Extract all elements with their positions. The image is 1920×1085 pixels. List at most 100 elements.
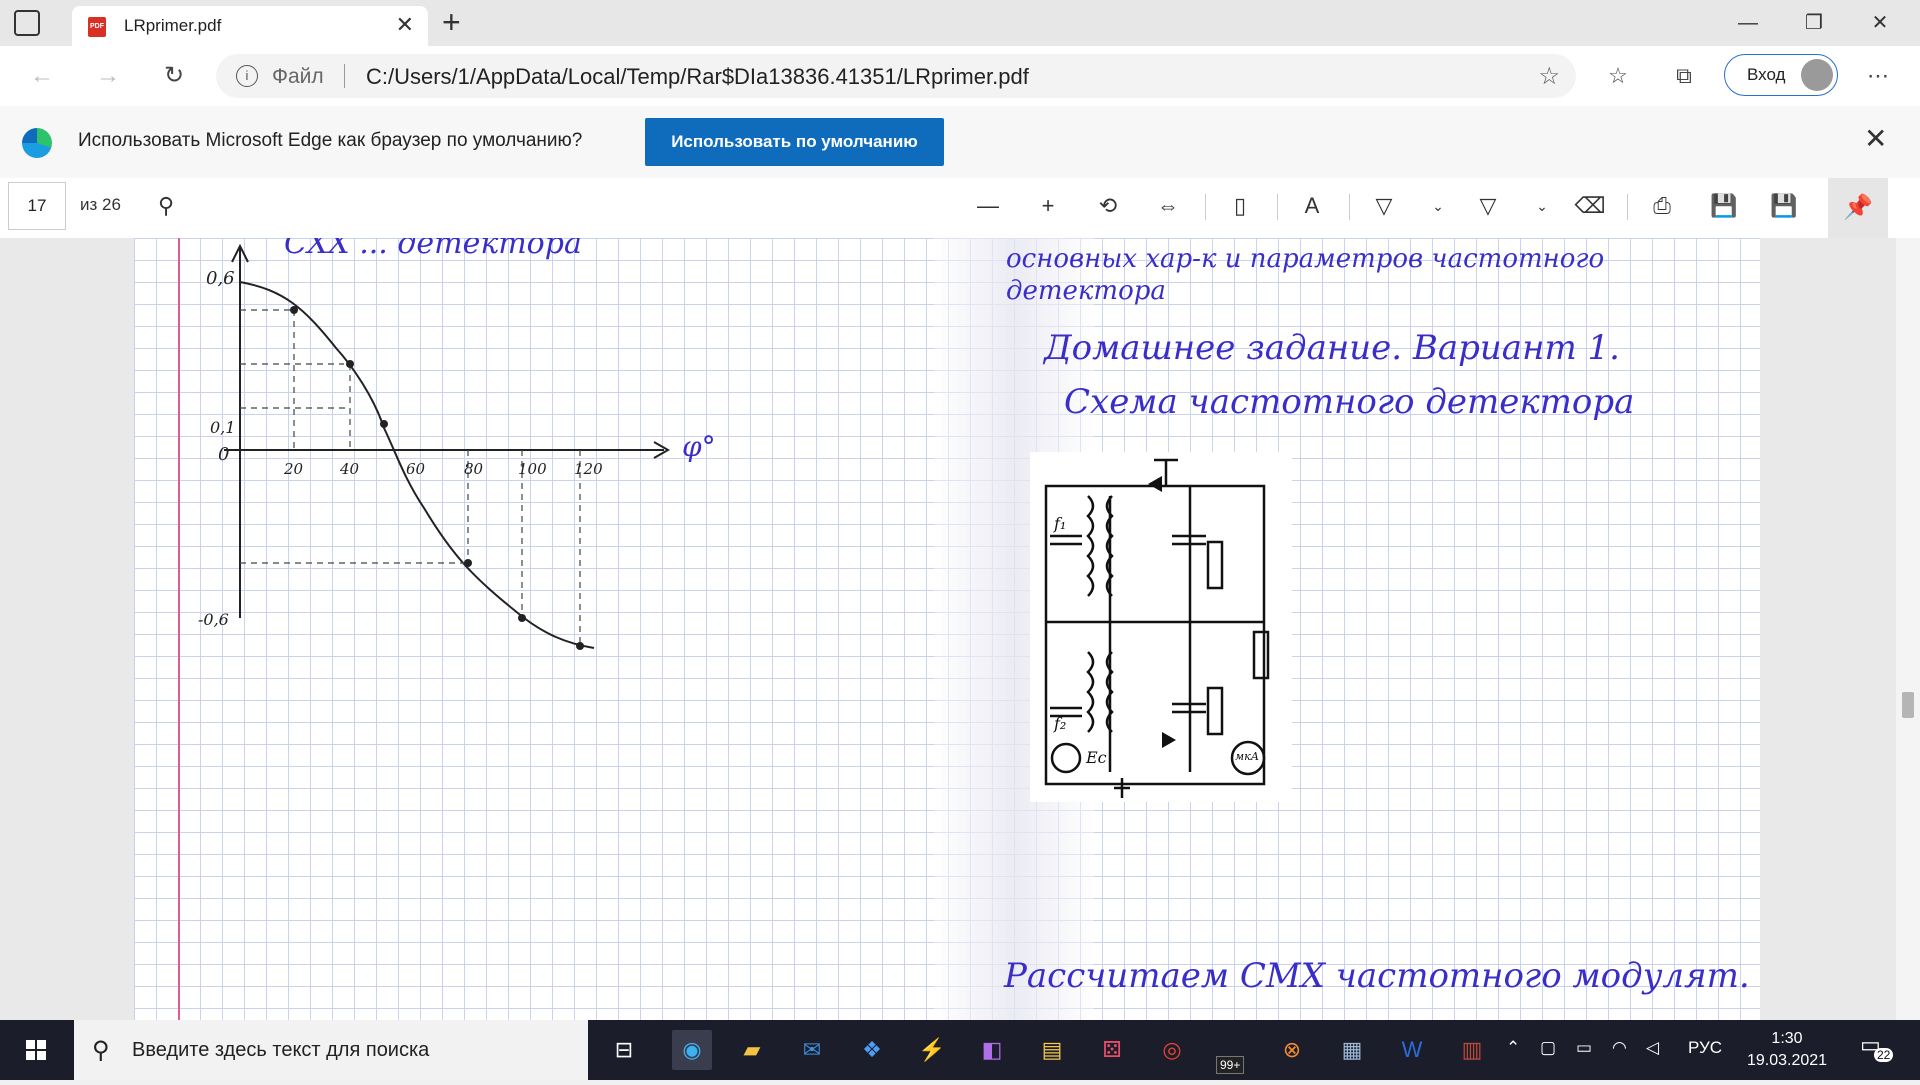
read-aloud-icon[interactable]: A (1294, 188, 1330, 224)
badge-count: 99+ (1216, 1056, 1245, 1074)
dice-app-icon[interactable]: ⚄ (1092, 1030, 1132, 1070)
app-icon[interactable]: ⚡ (912, 1030, 952, 1070)
system-clock[interactable]: 1:30 19.03.2021 (1744, 1028, 1830, 1072)
circuit-label-f2: f₂ (1054, 714, 1067, 733)
y-label-bottom: -0,6 (198, 610, 229, 629)
notifications-app-icon[interactable]: 99+ (1206, 1030, 1258, 1074)
minimize-button[interactable]: — (1724, 6, 1772, 40)
draw-options-chevron-icon[interactable]: ⌄ (1420, 188, 1456, 224)
pdf-toolbar: 17 из 26 ⚲ — + ⟲ ⇔ ▯ A ▽ ⌄ ▽ ⌄ ⌫ ⎙ 💾 💾 📌 (0, 178, 1920, 239)
rotate-icon[interactable]: ⟲ (1090, 188, 1126, 224)
eraser-icon[interactable]: ⌫ (1572, 188, 1608, 224)
toolbar-divider (1277, 194, 1278, 220)
pdf-viewer[interactable]: СХХ ... детектора 0,6 0,1 0 -0,6 20 40 6… (0, 238, 1920, 1020)
toolbar-divider (1627, 194, 1628, 220)
zoom-in-icon[interactable]: + (1030, 188, 1066, 224)
infobar-message: Использовать Microsoft Edge как браузер … (78, 130, 583, 151)
tab-lrprimer[interactable]: PDF LRprimer.pdf ✕ (72, 6, 428, 46)
y-label-top: 0,6 (206, 268, 235, 289)
more-menu-icon[interactable]: ⋯ (1860, 60, 1896, 92)
scrollbar-thumb[interactable] (1902, 692, 1914, 718)
chrome-icon[interactable]: ◎ (1152, 1030, 1192, 1070)
circuit-label-ec: Eс (1086, 748, 1107, 767)
save-as-icon[interactable]: 💾 (1766, 188, 1802, 224)
right-line-1: основных хар-к и параметров частотного (1006, 244, 1605, 274)
draw-icon[interactable]: ▽ (1366, 188, 1402, 224)
file-explorer-icon[interactable]: ▰ (732, 1030, 772, 1070)
fit-width-icon[interactable]: ⇔ (1150, 188, 1186, 224)
pdf-page: СХХ ... детектора 0,6 0,1 0 -0,6 20 40 6… (134, 238, 1760, 1020)
clock-date: 19.03.2021 (1746, 1052, 1828, 1069)
visual-studio-icon[interactable]: ◧ (972, 1030, 1012, 1070)
circuit-title: Схема частотного детектора (1064, 382, 1635, 422)
forward-button[interactable]: → (88, 58, 128, 94)
mail-icon[interactable]: ✉ (792, 1030, 832, 1070)
calculator-icon[interactable]: ▦ (1332, 1030, 1372, 1070)
address-divider (344, 64, 345, 88)
infobar-close-icon[interactable]: ✕ (1864, 122, 1887, 155)
language-indicator[interactable]: РУС (1688, 1038, 1722, 1058)
new-tab-button[interactable]: + (442, 4, 461, 41)
show-hidden-icons-chevron-icon[interactable]: ⌃ (1506, 1038, 1520, 1058)
save-icon[interactable]: 💾 (1706, 188, 1742, 224)
default-browser-infobar: Использовать Microsoft Edge как браузер … (0, 106, 1920, 179)
restore-button[interactable]: ❐ (1790, 6, 1838, 40)
windows-taskbar: ⚲ Введите здесь текст для поиска ⊟ ◉ ▰ ✉… (0, 1020, 1920, 1080)
action-center-icon[interactable]: ▭ 22 (1860, 1032, 1894, 1062)
task-view-icon[interactable]: ⊟ (604, 1030, 644, 1070)
arc-app-icon[interactable]: ⊗ (1272, 1030, 1312, 1070)
scheme-label: Файл (272, 65, 324, 88)
word-icon[interactable]: W (1392, 1030, 1432, 1070)
page-count: из 26 (80, 195, 121, 214)
print-icon[interactable]: ⎙ (1644, 188, 1680, 224)
x-tick-label: 60 (406, 460, 426, 478)
x-tick-label: 40 (340, 460, 360, 478)
circuit-diagram: f₁ f₂ Eс мкА (1030, 452, 1292, 802)
device-icon[interactable]: ▢ (1540, 1038, 1556, 1058)
edge-taskbar-icon[interactable]: ◉ (672, 1030, 712, 1070)
tab-strip: PDF LRprimer.pdf ✕ + — ❐ ✕ (0, 0, 1920, 46)
winrar-icon[interactable]: ▥ (1452, 1030, 1492, 1070)
pdf-reader-icon[interactable]: ▤ (1032, 1030, 1072, 1070)
refresh-button[interactable]: ↻ (154, 58, 194, 94)
search-icon[interactable]: ⚲ (148, 188, 184, 224)
window-close-button[interactable]: ✕ (1856, 6, 1904, 40)
collections-icon[interactable]: ⧉ (1666, 60, 1702, 92)
vertical-scrollbar[interactable] (1896, 238, 1920, 1020)
pin-toolbar-icon[interactable]: 📌 (1828, 178, 1888, 238)
x-tick-label: 120 (574, 460, 603, 478)
favorites-icon[interactable]: ☆ (1600, 60, 1636, 92)
url-text[interactable]: C:/Users/1/AppData/Local/Temp/Rar$DIa138… (366, 64, 1029, 90)
dropbox-icon[interactable]: ❖ (852, 1030, 892, 1070)
search-icon: ⚲ (92, 1037, 110, 1064)
highlight-icon[interactable]: ▽ (1470, 188, 1506, 224)
right-line-5: Рассчитаем СМХ частотного модулят. (1004, 956, 1750, 996)
login-label: Вход (1747, 65, 1786, 84)
back-button[interactable]: ← (22, 58, 62, 94)
tab-title: LRprimer.pdf (124, 16, 222, 35)
highlight-options-chevron-icon[interactable]: ⌄ (1524, 188, 1560, 224)
taskbar-search-box[interactable]: ⚲ Введите здесь текст для поиска (74, 1020, 588, 1080)
login-button[interactable]: Вход (1724, 54, 1838, 96)
info-icon[interactable]: i (236, 65, 258, 87)
x-tick-label: 80 (464, 460, 484, 478)
circuit-label-meter: мкА (1235, 750, 1260, 763)
avatar (1801, 59, 1833, 91)
start-button[interactable] (0, 1020, 72, 1080)
set-default-button[interactable]: Использовать по умолчанию (645, 118, 944, 166)
battery-icon[interactable]: ▭ (1576, 1038, 1592, 1058)
x-tick-label: 100 (518, 460, 547, 478)
notification-count: 22 (1874, 1048, 1894, 1062)
volume-icon[interactable]: ◁ (1646, 1038, 1659, 1058)
tab-close-icon[interactable]: ✕ (396, 12, 414, 38)
zoom-out-icon[interactable]: — (970, 188, 1006, 224)
address-bar[interactable]: i Файл C:/Users/1/AppData/Local/Temp/Rar… (216, 54, 1576, 98)
clock-time: 1:30 (1771, 1030, 1803, 1047)
tab-actions-icon[interactable] (14, 10, 40, 36)
wifi-icon[interactable]: ◠ (1612, 1038, 1627, 1058)
add-favorite-icon[interactable]: ☆ (1538, 62, 1560, 91)
circuit-label-f1: f₁ (1054, 514, 1067, 533)
homework-title: Домашнее задание. Вариант 1. (1044, 328, 1620, 368)
page-view-icon[interactable]: ▯ (1222, 188, 1258, 224)
page-number-input[interactable]: 17 (8, 182, 66, 230)
